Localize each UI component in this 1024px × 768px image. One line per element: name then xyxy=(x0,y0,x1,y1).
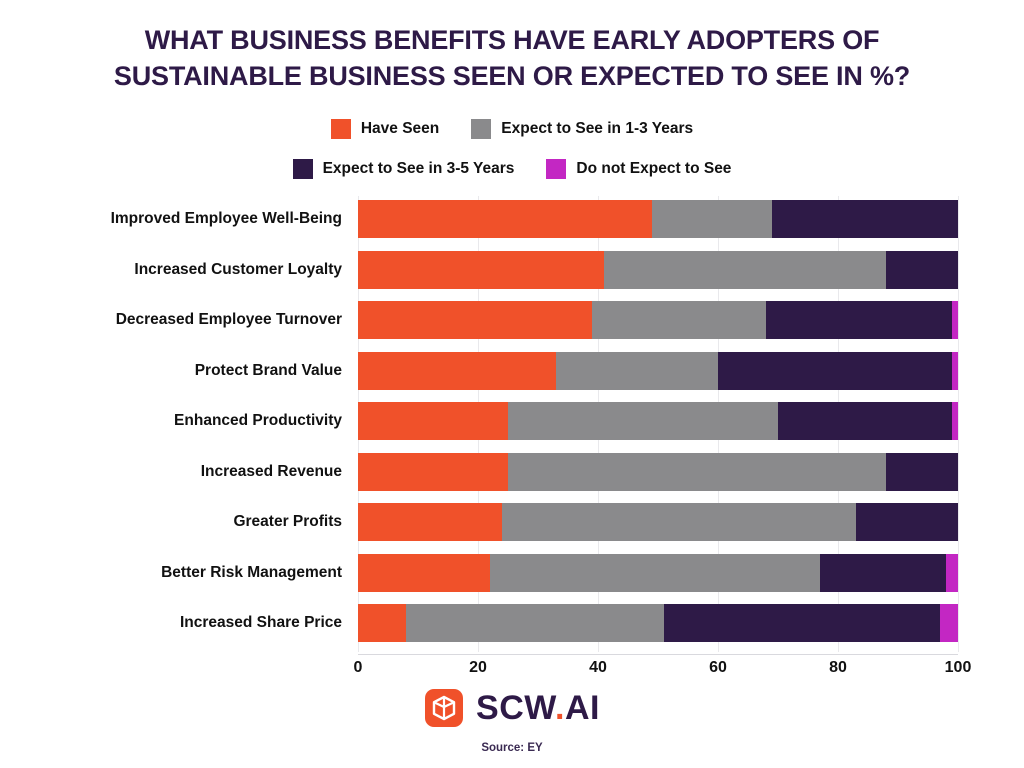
bar-segment[interactable] xyxy=(556,351,718,390)
brand-name: SCW xyxy=(476,689,555,727)
bar-segment[interactable] xyxy=(508,452,886,491)
legend-item-have-seen[interactable]: Have Seen xyxy=(330,119,440,139)
legend-item-do-not-expect[interactable]: Do not Expect to See xyxy=(546,159,731,179)
bar-segment[interactable] xyxy=(358,503,502,541)
category-label: Improved Employee Well-Being xyxy=(110,210,342,227)
title-line-1: WHAT BUSINESS BENEFITS HAVE EARLY ADOPTE… xyxy=(144,25,880,55)
legend-label-expect-1-3: Expect to See in 1-3 Years xyxy=(501,120,694,137)
source-note: Source: EY xyxy=(481,742,543,754)
legend-swatch-icon-expect-3-5 xyxy=(292,159,313,179)
legend-label-have-seen: Have Seen xyxy=(360,120,440,137)
brand-suffix: AI xyxy=(564,689,600,727)
bar-segment[interactable] xyxy=(358,351,556,390)
legend-swatch-icon-have-seen xyxy=(330,119,351,139)
x-axis-tick: 60 xyxy=(709,659,727,676)
x-axis: 0 20 40 60 80 100 xyxy=(354,654,971,682)
bar-segment[interactable] xyxy=(358,402,508,440)
stacked-bar[interactable] xyxy=(358,503,958,541)
x-axis-tick: 100 xyxy=(944,659,972,676)
bar-segment[interactable] xyxy=(508,402,778,440)
x-axis-tick: 40 xyxy=(589,659,607,676)
title-line-2: SUSTAINABLE BUSINESS SEEN OR EXPECTED TO… xyxy=(113,61,911,91)
stacked-bar[interactable] xyxy=(358,452,958,491)
cube-logo-icon xyxy=(424,688,464,728)
bar-segment[interactable] xyxy=(358,452,508,491)
legend-row-bottom: Expect to See in 3-5 Years Do not Expect… xyxy=(0,156,1024,182)
legend-row-top: Have Seen Expect to See in 1-3 Years xyxy=(0,116,1024,142)
x-axis-line xyxy=(358,654,958,655)
bar-segment[interactable] xyxy=(358,604,406,642)
bar-segment[interactable] xyxy=(502,503,856,541)
bar-segment[interactable] xyxy=(664,604,940,642)
bar-segment[interactable] xyxy=(766,301,952,339)
brand-dot: . xyxy=(555,689,565,727)
stacked-bar[interactable] xyxy=(358,553,958,592)
category-label: Increased Share Price xyxy=(180,614,342,631)
x-axis-tick: 80 xyxy=(829,659,847,676)
bar-segment[interactable] xyxy=(886,250,958,289)
stacked-bar[interactable] xyxy=(358,402,958,440)
bar-segment[interactable] xyxy=(856,503,958,541)
bar-segment[interactable] xyxy=(358,250,604,289)
brand-footer: SCW.AI xyxy=(0,688,1024,733)
bar-segment[interactable] xyxy=(718,351,952,390)
category-label: Enhanced Productivity xyxy=(174,412,342,429)
legend-item-expect-3-5[interactable]: Expect to See in 3-5 Years xyxy=(292,159,515,179)
legend-label-expect-3-5: Expect to See in 3-5 Years xyxy=(322,160,515,177)
bar-segment[interactable] xyxy=(952,351,958,390)
bar-segment[interactable] xyxy=(772,200,958,238)
category-label: Greater Profits xyxy=(233,513,342,530)
x-axis-tick: 0 xyxy=(353,659,363,676)
legend-label-do-not-expect: Do not Expect to See xyxy=(576,160,732,177)
legend-item-expect-1-3[interactable]: Expect to See in 1-3 Years xyxy=(471,119,693,139)
bar-segment[interactable] xyxy=(952,301,958,339)
bar-segment[interactable] xyxy=(820,553,946,592)
bar-segment[interactable] xyxy=(490,553,820,592)
page-title: WHAT BUSINESS BENEFITS HAVE EARLY ADOPTE… xyxy=(0,22,1024,94)
legend-swatch-icon-do-not-expect xyxy=(546,159,567,179)
stacked-bar[interactable] xyxy=(358,250,958,289)
bar-segment[interactable] xyxy=(406,604,664,642)
stacked-bar[interactable] xyxy=(358,604,958,642)
bar-segment[interactable] xyxy=(358,200,652,238)
gridline-100 xyxy=(958,196,959,652)
bar-segment[interactable] xyxy=(946,553,958,592)
bar-segment[interactable] xyxy=(358,553,490,592)
stacked-bar[interactable] xyxy=(358,351,958,390)
bar-segment[interactable] xyxy=(604,250,886,289)
brand-lockup: SCW.AI xyxy=(424,688,600,728)
stacked-bar[interactable] xyxy=(358,301,958,339)
brand-wordmark: SCW.AI xyxy=(476,691,600,725)
category-label: Protect Brand Value xyxy=(194,361,342,379)
chart-legend: Have Seen Expect to See in 1-3 Years Exp… xyxy=(0,116,1024,196)
bar-segment[interactable] xyxy=(952,402,958,440)
bar-segment[interactable] xyxy=(940,604,958,642)
bar-segment[interactable] xyxy=(778,402,952,440)
category-label: Better Risk Management xyxy=(161,563,342,581)
stacked-bar[interactable] xyxy=(358,200,958,238)
legend-swatch-icon-expect-1-3 xyxy=(471,119,492,139)
chart-area: Improved Employee Well-Being Increased Cu… xyxy=(0,196,1024,656)
plot-area xyxy=(358,196,959,652)
category-label: Increased Revenue xyxy=(200,462,342,480)
bar-segment[interactable] xyxy=(592,301,766,339)
category-label: Increased Customer Loyalty xyxy=(134,260,342,278)
bar-segment[interactable] xyxy=(358,301,592,339)
bar-segment[interactable] xyxy=(886,452,958,491)
bar-segment[interactable] xyxy=(652,200,772,238)
y-axis-category-labels: Improved Employee Well-Being Increased Cu… xyxy=(20,196,350,652)
category-label: Decreased Employee Turnover xyxy=(115,311,342,328)
x-axis-tick: 20 xyxy=(469,659,487,676)
chart-page: WHAT BUSINESS BENEFITS HAVE EARLY ADOPTE… xyxy=(0,0,1024,768)
